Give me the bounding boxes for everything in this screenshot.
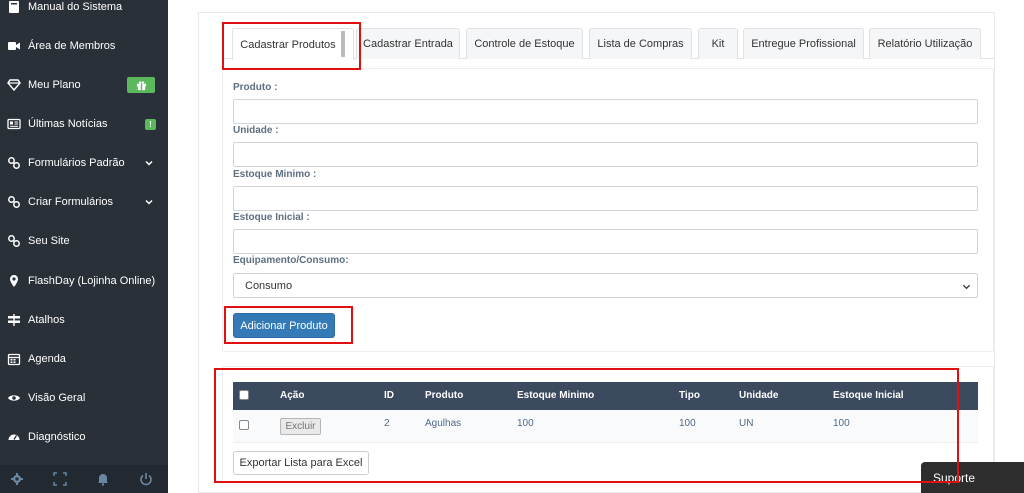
sidebar-item-visao-geral[interactable]: Visão Geral [0, 387, 168, 409]
exportar-excel-button[interactable]: Exportar Lista para Excel [233, 451, 369, 475]
tab-label: Kit [711, 38, 725, 50]
video-camera-icon [6, 38, 22, 54]
table-row [233, 410, 978, 443]
cell-estoque-minimo: 100 [517, 418, 534, 429]
sidebar-item-label: FlashDay (Lojinha Online) [28, 275, 156, 287]
eye-icon [6, 390, 22, 406]
diamond-icon [6, 77, 22, 93]
gear-icon[interactable] [10, 472, 24, 486]
col-header-acao: Ação [280, 390, 305, 401]
sidebar-item-label: Área de Membros [28, 40, 116, 52]
sidebar-item-atalhos[interactable]: Atalhos [0, 309, 168, 331]
sidebar-item-formularios-padrao[interactable]: Formulários Padrão [0, 152, 168, 174]
sidebar-item-meu-plano[interactable]: Meu Plano [0, 74, 168, 96]
gift-badge [127, 77, 155, 93]
calendar-icon [6, 351, 22, 367]
tab-cadastrar-entrada[interactable]: Cadastrar Entrada [356, 28, 460, 59]
sidebar-item-label: Criar Formulários [28, 196, 113, 208]
sidebar-item-label: Meu Plano [28, 79, 81, 91]
link-icon [6, 233, 22, 249]
sidebar-item-flashday[interactable]: FlashDay (Lojinha Online) [0, 270, 168, 292]
cell-estoque-inicial: 100 [833, 418, 850, 429]
sidebar-item-label: Diagnóstico [28, 431, 86, 443]
tab-label: Cadastrar Produtos [240, 38, 336, 51]
sidebar-item-ultimas-noticias[interactable]: Últimas Notícias ! [0, 113, 168, 135]
chevron-down-icon [145, 199, 153, 205]
excluir-button[interactable]: Excluir [280, 418, 321, 435]
gift-icon [136, 80, 146, 90]
support-label: Suporte [933, 470, 976, 485]
adicionar-produto-button[interactable]: Adicionar Produto [233, 313, 335, 338]
estoque-minimo-label: Estoque Minimo : [233, 169, 317, 180]
select-all-checkbox[interactable] [239, 390, 249, 400]
tab-kit[interactable]: Kit [698, 28, 738, 59]
sidebar-item-label: Formulários Padrão [28, 157, 125, 169]
tipo-label: Equipamento/Consumo: [233, 255, 349, 266]
bell-icon[interactable] [96, 472, 110, 486]
estoque-minimo-input[interactable] [233, 186, 978, 211]
tab-controle-estoque[interactable]: Controle de Estoque [466, 28, 583, 59]
sidebar: Manual do Sistema Área de Membros Meu Pl… [0, 0, 168, 493]
map-marker-icon [6, 273, 22, 289]
col-header-estoque-minimo: Estoque Minimo [517, 390, 595, 401]
produto-label: Produto : [233, 82, 278, 93]
col-header-id: ID [384, 390, 394, 401]
tab-label: Lista de Compras [597, 38, 684, 50]
sidebar-item-label: Agenda [28, 353, 66, 365]
link-icon [6, 155, 22, 171]
book-icon [6, 0, 22, 15]
tipo-select[interactable]: Consumo [233, 273, 978, 298]
tab-cadastrar-produtos[interactable]: Cadastrar Produtos [232, 28, 354, 60]
sidebar-footer [0, 465, 168, 493]
tipo-selected-value: Consumo [245, 279, 293, 292]
news-badge: ! [145, 118, 156, 130]
sidebar-item-manual[interactable]: Manual do Sistema [0, 0, 168, 18]
cell-id: 2 [384, 418, 390, 429]
unidade-label: Unidade : [233, 125, 279, 136]
cell-unidade: UN [739, 418, 754, 429]
tab-entregue-profissional[interactable]: Entregue Profissional [743, 28, 864, 59]
sidebar-item-label: Visão Geral [28, 392, 86, 404]
cell-produto: Agulhas [425, 418, 462, 429]
unidade-input[interactable] [233, 142, 978, 167]
support-button[interactable]: Suporte [921, 462, 1024, 493]
tab-label: Entregue Profissional [751, 38, 856, 50]
tab-label: Relatório Utilização [877, 38, 973, 50]
col-header-produto: Produto [425, 390, 464, 401]
link-icon [6, 194, 22, 210]
newspaper-icon [6, 116, 22, 132]
col-header-unidade: Unidade [739, 390, 779, 401]
sidebar-item-label: Últimas Notícias [28, 118, 108, 130]
sidebar-item-label: Atalhos [28, 314, 65, 326]
tab-label: Controle de Estoque [474, 38, 575, 50]
sidebar-item-area-membros[interactable]: Área de Membros [0, 35, 168, 57]
row-checkbox[interactable] [239, 420, 249, 430]
sidebar-item-label: Seu Site [28, 235, 70, 247]
estoque-inicial-input[interactable] [233, 229, 978, 254]
produto-input[interactable] [233, 99, 978, 124]
estoque-inicial-label: Estoque Inicial : [233, 212, 310, 223]
power-icon[interactable] [139, 472, 153, 486]
col-header-estoque-inicial: Estoque Inicial [833, 390, 904, 401]
tab-label: Cadastrar Entrada [363, 38, 453, 50]
fullscreen-icon[interactable] [53, 472, 67, 486]
cell-tipo: 100 [679, 418, 696, 429]
col-header-tipo: Tipo [679, 390, 700, 401]
sidebar-item-diagnostico[interactable]: Diagnóstico [0, 426, 168, 448]
sidebar-item-seu-site[interactable]: Seu Site [0, 230, 168, 252]
dashboard-icon [6, 429, 22, 445]
sidebar-item-label: Manual do Sistema [28, 1, 123, 13]
sidebar-item-criar-formularios[interactable]: Criar Formulários [0, 191, 168, 213]
tab-relatorio-utilizacao[interactable]: Relatório Utilização [869, 28, 981, 59]
chevron-down-icon [145, 160, 153, 166]
signpost-icon [6, 312, 22, 328]
sidebar-item-agenda[interactable]: Agenda [0, 348, 168, 370]
chevron-down-icon [962, 284, 971, 290]
tab-grip [341, 31, 345, 57]
tab-lista-compras[interactable]: Lista de Compras [589, 28, 692, 59]
